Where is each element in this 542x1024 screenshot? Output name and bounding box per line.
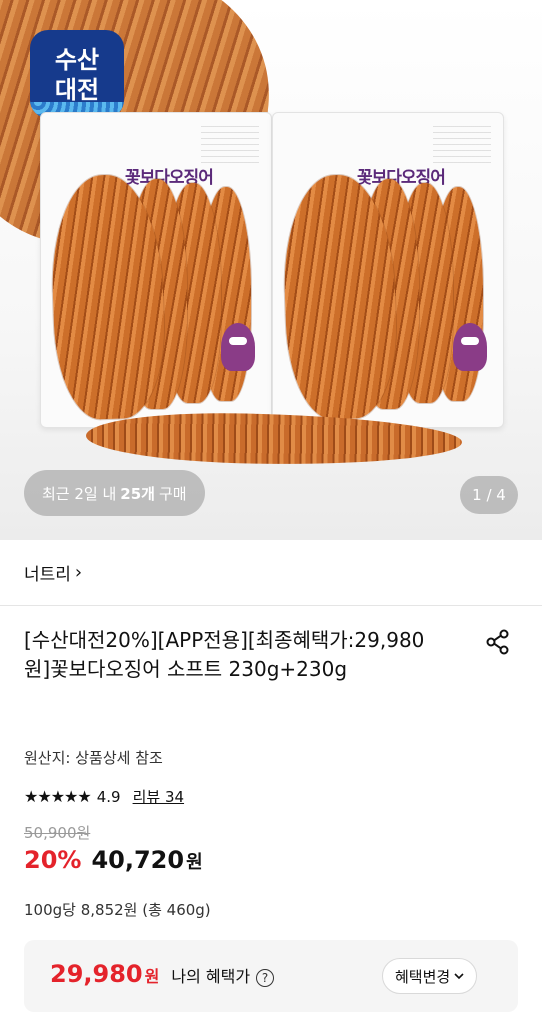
benefit-price-unit: 원 bbox=[144, 967, 160, 986]
package-label: 꽃보다오징어 bbox=[357, 168, 446, 188]
squid-mascot-icon bbox=[221, 323, 255, 371]
help-icon[interactable]: ? bbox=[256, 969, 275, 987]
chevron-down-icon bbox=[454, 969, 464, 983]
benefit-price: 29,980 bbox=[50, 960, 143, 988]
divider bbox=[0, 605, 542, 606]
seller-link[interactable]: 너트리 › bbox=[24, 560, 82, 585]
brand-logo: 수산 대전 bbox=[30, 30, 124, 118]
benefit-label: 나의 혜택가 bbox=[171, 967, 251, 986]
star-rating-icon: ★★★★★ bbox=[24, 787, 92, 806]
original-price: 50,900원 bbox=[24, 824, 91, 842]
squid-mascot-icon bbox=[453, 323, 487, 371]
sale-price-unit: 원 bbox=[186, 852, 203, 873]
sale-price: 40,720 bbox=[91, 846, 185, 874]
product-package-image: 꽃보다오징어 bbox=[40, 112, 272, 428]
image-page-indicator: 1 / 4 bbox=[460, 476, 518, 514]
sale-price-row: 20% 40,720 원 bbox=[24, 846, 203, 874]
review-link[interactable]: 리뷰 34 bbox=[133, 786, 184, 807]
unit-price: 100g당 8,852원 (총 460g) bbox=[24, 901, 211, 919]
share-icon[interactable] bbox=[484, 628, 512, 656]
product-package-image: 꽃보다오징어 bbox=[272, 112, 504, 428]
product-title: [수산대전20%][APP전용][최종혜택가:29,980원]꽃보다오징어 소프… bbox=[24, 628, 425, 681]
origin-info: 원산지: 상품상세 참조 bbox=[24, 749, 163, 767]
discount-rate: 20% bbox=[24, 846, 82, 874]
package-label: 꽃보다오징어 bbox=[125, 168, 214, 188]
change-benefit-button[interactable]: 혜택변경 bbox=[382, 958, 478, 994]
seller-name: 너트리 bbox=[24, 565, 71, 585]
chevron-right-icon: › bbox=[74, 562, 83, 583]
recent-purchase-badge: 최근 2일 내 25개 구매 bbox=[24, 470, 205, 516]
product-image-carousel[interactable]: 수산 대전 꽃보다오징어 꽃보다오징어 최근 2일 내 25개 구매 1 / 4 bbox=[0, 0, 542, 540]
rating-score: 4.9 bbox=[96, 787, 121, 806]
rating-row: ★★★★★ 4.9 리뷰 34 bbox=[24, 786, 184, 807]
benefit-price-box: 29,980 원 나의 혜택가 ? 혜택변경 bbox=[24, 940, 518, 1012]
